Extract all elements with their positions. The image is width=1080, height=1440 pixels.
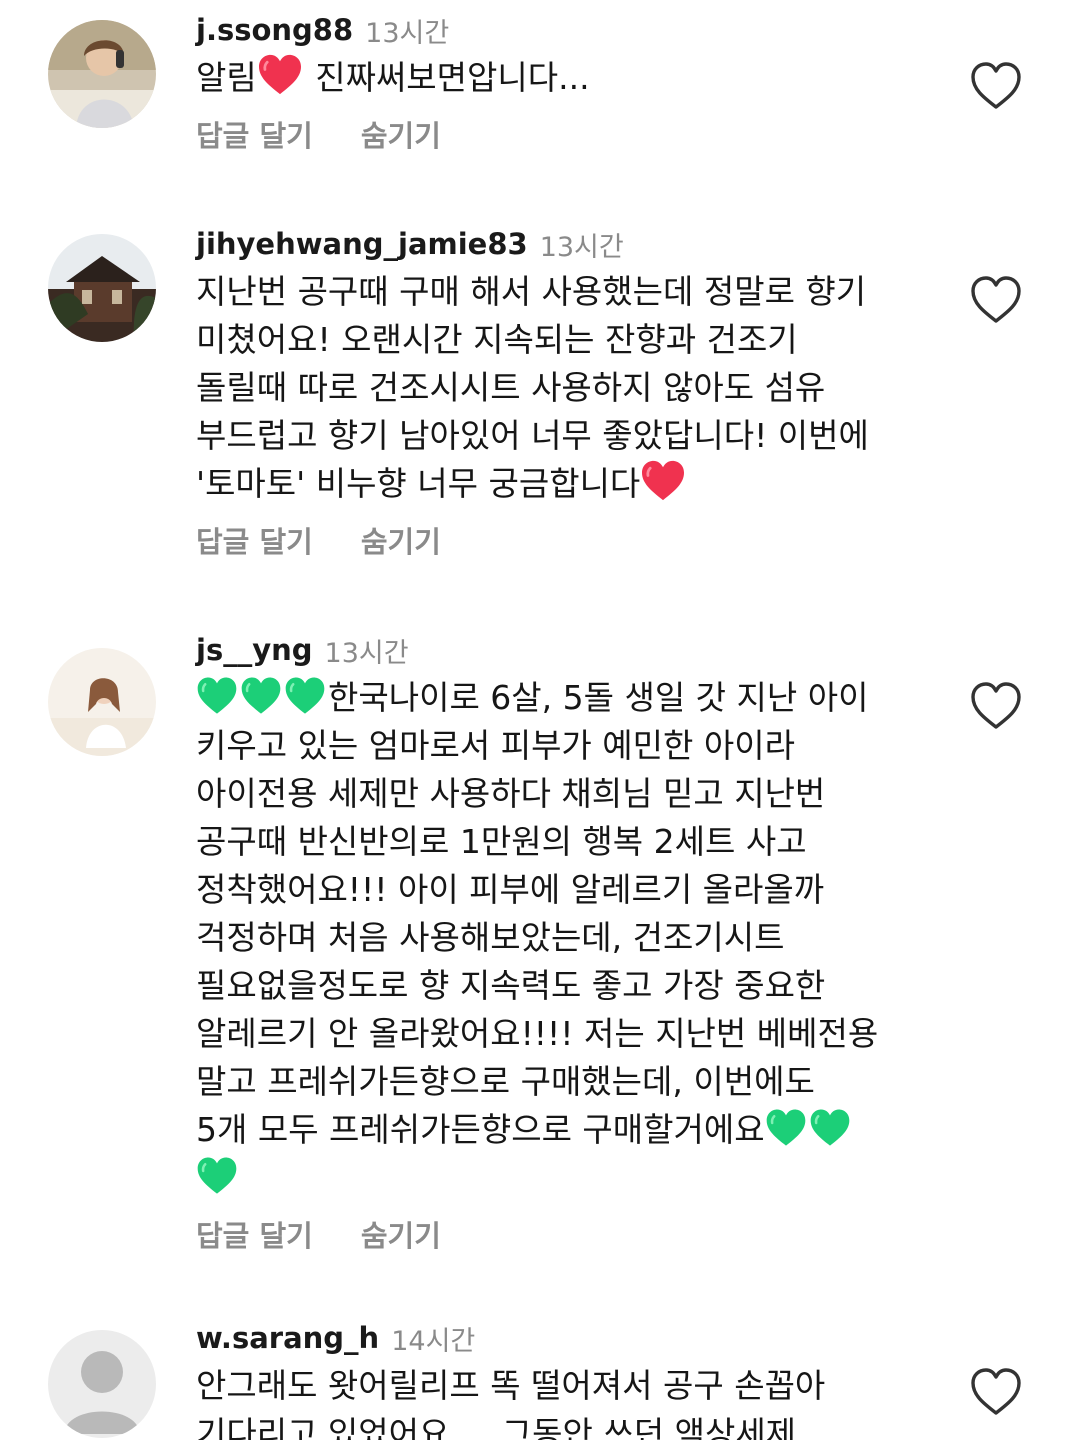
avatar[interactable] [48, 234, 156, 342]
comment-line: '토마토' 비누향 너무 궁금합니다 [196, 460, 936, 508]
reply-button[interactable]: 답글 달기 [196, 113, 313, 155]
hide-button[interactable]: 숨기기 [361, 113, 441, 155]
comment-line: 필요없을정도로 향 지속력도 좋고 가장 중요한 [196, 966, 826, 1005]
username[interactable]: jihyehwang_jamie83 [196, 227, 528, 261]
green-heart-emoji [196, 1156, 238, 1196]
green-heart-emoji [809, 1108, 851, 1148]
username[interactable]: js__yng [196, 633, 313, 667]
comment-line: 정착했어요!!! 아이 피부에 알레르기 올라올까 [196, 870, 825, 909]
comment-line: 기다리고 있었어요 ... 그동안 쓰던 액상세제 [196, 1414, 797, 1440]
green-heart-emoji [240, 676, 282, 716]
username[interactable]: w.sarang_h [196, 1321, 379, 1355]
comment-line: 부드럽고 향기 남아있어 너무 좋았답니다! 이번에 [196, 416, 869, 455]
timestamp: 13시간 [539, 231, 624, 263]
comment-line [196, 1154, 936, 1202]
red-heart-emoji [257, 54, 303, 96]
red-heart-emoji [640, 460, 686, 502]
comment-line: 알림 진짜써보면압니다... [196, 54, 936, 102]
comment-line: 말고 프레쉬가든향으로 구매했는데, 이번에도 [196, 1062, 815, 1101]
green-heart-emoji [284, 676, 326, 716]
comment-line: 걱정하며 처음 사용해보았는데, 건조기시트 [196, 918, 785, 957]
green-heart-emoji [765, 1108, 807, 1148]
hide-button[interactable]: 숨기기 [361, 1213, 441, 1255]
default-avatar-icon[interactable] [48, 1330, 156, 1438]
comment-line: 알레르기 안 올라왔어요!!!! 저는 지난번 베베전용 [196, 1014, 879, 1053]
comment-line: 돌릴때 따로 건조시시트 사용하지 않아도 섬유 [196, 368, 826, 407]
timestamp: 13시간 [324, 637, 409, 669]
comment-line: 안그래도 왓어릴리프 똑 떨어져서 공구 손꼽아 [196, 1366, 826, 1405]
comment-text: 한국나이로 6살, 5돌 생일 갓 지난 아이 키우고 있는 엄마로서 피부가 … [196, 674, 936, 1202]
comment-line: 키우고 있는 엄마로서 피부가 예민한 아이라 [196, 726, 795, 765]
timestamp: 13시간 [365, 17, 450, 49]
comment-text: 안그래도 왓어릴리프 똑 떨어져서 공구 손꼽아 기다리고 있었어요 ... 그… [196, 1362, 936, 1440]
comment-line: 지난번 공구때 구매 해서 사용했는데 정말로 향기 [196, 272, 867, 311]
comment-line: 한국나이로 6살, 5돌 생일 갓 지난 아이 [196, 674, 936, 722]
comment-line: 5개 모두 프레쉬가든향으로 구매할거에요 [196, 1106, 936, 1154]
heart-outline-icon[interactable] [968, 1366, 1024, 1418]
comment-line: 공구때 반신반의로 1만원의 행복 2세트 사고 [196, 822, 807, 861]
comment-text: 알림 진짜써보면압니다... [196, 54, 936, 102]
comment-feed: j.ssong88 13시간 알림 진짜써보면압니다... 답글 달기 숨기기 [0, 0, 1080, 1440]
comment-line: 아이전용 세제만 사용하다 채희님 믿고 지난번 [196, 774, 826, 813]
heart-outline-icon[interactable] [968, 274, 1024, 326]
comment-text: 지난번 공구때 구매 해서 사용했는데 정말로 향기 미쳤어요! 오랜시간 지속… [196, 268, 936, 508]
comment-line: 미쳤어요! 오랜시간 지속되는 잔향과 건조기 [196, 320, 798, 359]
green-heart-emoji [196, 676, 238, 716]
avatar[interactable] [48, 20, 156, 128]
heart-outline-icon[interactable] [968, 680, 1024, 732]
username[interactable]: j.ssong88 [196, 13, 353, 47]
reply-button[interactable]: 답글 달기 [196, 1213, 313, 1255]
heart-outline-icon[interactable] [968, 60, 1024, 112]
avatar[interactable] [48, 648, 156, 756]
hide-button[interactable]: 숨기기 [361, 519, 441, 561]
timestamp: 14시간 [391, 1325, 476, 1357]
reply-button[interactable]: 답글 달기 [196, 519, 313, 561]
